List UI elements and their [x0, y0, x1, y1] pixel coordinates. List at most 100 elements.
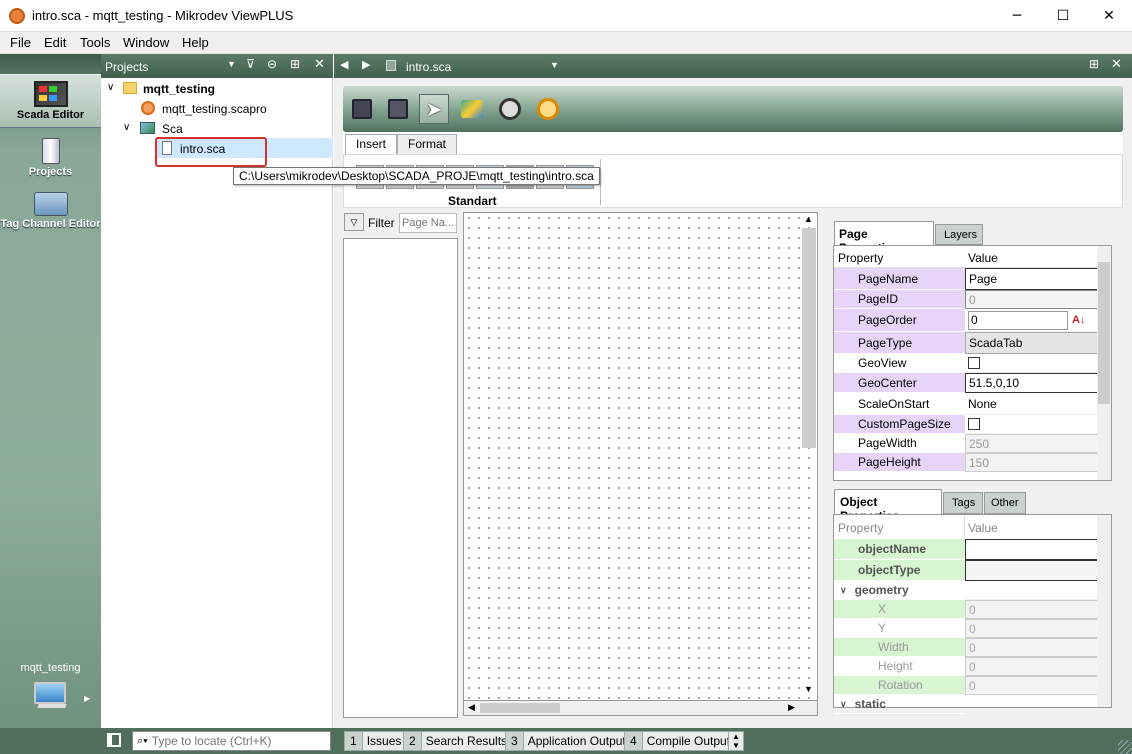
props-vscroll[interactable] [1097, 246, 1111, 480]
compile-output-button[interactable]: 4 Compile Output [624, 731, 736, 751]
objprops-vscroll[interactable] [1097, 515, 1111, 707]
y-input: 0 [969, 621, 976, 636]
pagetype-select[interactable]: ScadaTab [969, 336, 1022, 350]
minimize-button[interactable]: ─ [994, 0, 1040, 32]
app-icon [9, 8, 25, 24]
rotation-input: 0 [969, 678, 976, 693]
mode-projects[interactable]: Projects [0, 134, 101, 184]
mode-scada-editor[interactable]: Scada Editor [0, 74, 101, 128]
prop-row: PageHeight150▲▼ [834, 453, 1111, 472]
design-canvas[interactable] [463, 212, 818, 716]
pointer-tool-icon[interactable]: ➤ [419, 94, 449, 124]
link-icon[interactable]: ⊖ [267, 57, 277, 71]
menu-file[interactable]: File [10, 35, 31, 50]
projects-panel-header: Projects ▼ ⊽ ⊖ ⊞ ✕ [101, 54, 333, 78]
filter-icon[interactable]: ⊽ [246, 57, 255, 71]
menu-bar: File Edit Tools Window Help [0, 32, 1132, 54]
search-icon: ⌕▾ [137, 734, 148, 747]
save-icon[interactable] [347, 94, 377, 124]
prop-row: Rotation0▲▼ [834, 676, 1111, 695]
mode-tag-channel-editor[interactable]: Tag Channel Editor [0, 188, 101, 238]
object-properties-panel: Property Value objectName objectType ∨ ge… [833, 514, 1112, 714]
pageorder-input[interactable]: 0 [968, 310, 1068, 330]
tab-tags[interactable]: Tags [943, 492, 983, 514]
x-input: 0 [969, 602, 976, 617]
scroll-down-icon[interactable]: ▼ [804, 684, 813, 694]
objectname-input[interactable] [965, 539, 1111, 560]
tab-object-properties[interactable]: Object Properties [834, 489, 942, 523]
expand-icon[interactable]: ∨ [123, 122, 130, 133]
page-list[interactable] [343, 238, 458, 718]
tree-folder-sca[interactable]: Sca [162, 122, 183, 136]
header-property: Property [834, 515, 965, 539]
scroll-right-icon[interactable]: ▶ [788, 702, 795, 713]
tree-project-file[interactable]: mqtt_testing.scapro [162, 102, 267, 116]
search-results-button[interactable]: 2 Search Results [403, 731, 513, 751]
close-panel-icon[interactable]: ✕ [314, 56, 325, 72]
geocenter-input[interactable]: 51.5,0,10 [965, 373, 1111, 393]
scada-editor-icon [33, 81, 68, 107]
tab-page-properties[interactable]: Page Properties [834, 221, 934, 255]
height-input: 0 [969, 659, 976, 674]
custompagesize-checkbox[interactable] [968, 418, 980, 430]
sidebar-toggle-icon[interactable] [107, 733, 121, 747]
computer-icon[interactable] [34, 682, 66, 704]
hscroll-thumb[interactable] [480, 703, 560, 713]
search-settings-icon[interactable] [533, 94, 563, 124]
split-icon[interactable]: ⊞ [290, 57, 300, 71]
prop-row: PageOrder 0 A↓ [834, 309, 1111, 332]
projects-icon [41, 138, 60, 164]
file-dropdown-icon[interactable]: ▼ [550, 60, 559, 70]
prop-row: GeoCenter 51.5,0,10 [834, 373, 1111, 393]
expand-icon[interactable]: ∨ [107, 82, 114, 93]
shapes-icon[interactable] [457, 94, 487, 124]
prop-row: X0▲▼ [834, 600, 1111, 619]
tab-layers[interactable]: Layers [935, 224, 983, 245]
back-icon[interactable]: ◀ [340, 58, 348, 71]
refresh-icon[interactable] [495, 94, 525, 124]
scroll-left-icon[interactable]: ◀ [468, 702, 475, 713]
close-editor-icon[interactable]: ✕ [1111, 56, 1122, 72]
save-as-icon[interactable] [383, 94, 413, 124]
tag-channel-icon [33, 192, 68, 216]
maximize-button[interactable]: ☐ [1040, 0, 1086, 32]
menu-window[interactable]: Window [123, 35, 169, 50]
split-icon[interactable]: ⊞ [1089, 57, 1099, 71]
locate-input[interactable] [151, 734, 312, 748]
output-stepper-icon[interactable]: ▲ ▼ [728, 731, 744, 751]
pagename-input[interactable]: Page [965, 268, 1111, 290]
menu-tools[interactable]: Tools [80, 35, 110, 50]
filter-toggle-icon[interactable]: ▽ [344, 213, 364, 231]
issues-button[interactable]: 1 Issues [344, 731, 407, 751]
forward-icon[interactable]: ▶ [362, 58, 370, 71]
tab-other[interactable]: Other [984, 492, 1026, 514]
canvas-hscroll[interactable]: ◀ ▶ [463, 700, 818, 716]
tab-format[interactable]: Format [397, 134, 458, 154]
prop-row: Height0▲▼ [834, 657, 1111, 676]
chevron-down-icon[interactable]: ∨ [840, 699, 847, 710]
prop-row: ScaleOnStartNone∨ [834, 393, 1111, 415]
geoview-checkbox[interactable] [968, 357, 980, 369]
pageid-input: 0 [965, 290, 1111, 309]
tab-insert[interactable]: Insert [345, 134, 398, 154]
menu-help[interactable]: Help [182, 35, 209, 50]
folder-icon [123, 82, 137, 94]
scroll-up-icon[interactable]: ▲ [804, 214, 813, 224]
scaleonstart-select[interactable]: None [968, 397, 997, 411]
application-output-button[interactable]: 3 Application Output [505, 731, 631, 751]
filter-label: Filter : [368, 216, 402, 230]
canvas-vscroll-thumb[interactable] [802, 228, 816, 448]
sort-icon[interactable]: A↓ [1072, 314, 1085, 326]
ribbon-toolbar: ➤ [343, 86, 1123, 132]
page-filter-input[interactable] [399, 213, 457, 233]
run-arrow-icon[interactable]: ▶ [84, 694, 90, 703]
dropdown-arrow-icon[interactable]: ▼ [227, 59, 236, 69]
pagewidth-input: 250 [969, 436, 990, 451]
tree-root[interactable]: mqtt_testing [143, 82, 215, 96]
resize-grip-icon[interactable] [1118, 740, 1132, 754]
chevron-down-icon[interactable]: ∨ [840, 585, 847, 596]
lock-icon [386, 60, 396, 71]
menu-edit[interactable]: Edit [44, 35, 66, 50]
close-button[interactable]: ✕ [1086, 0, 1132, 32]
palette-group-label: Standart [448, 194, 497, 208]
